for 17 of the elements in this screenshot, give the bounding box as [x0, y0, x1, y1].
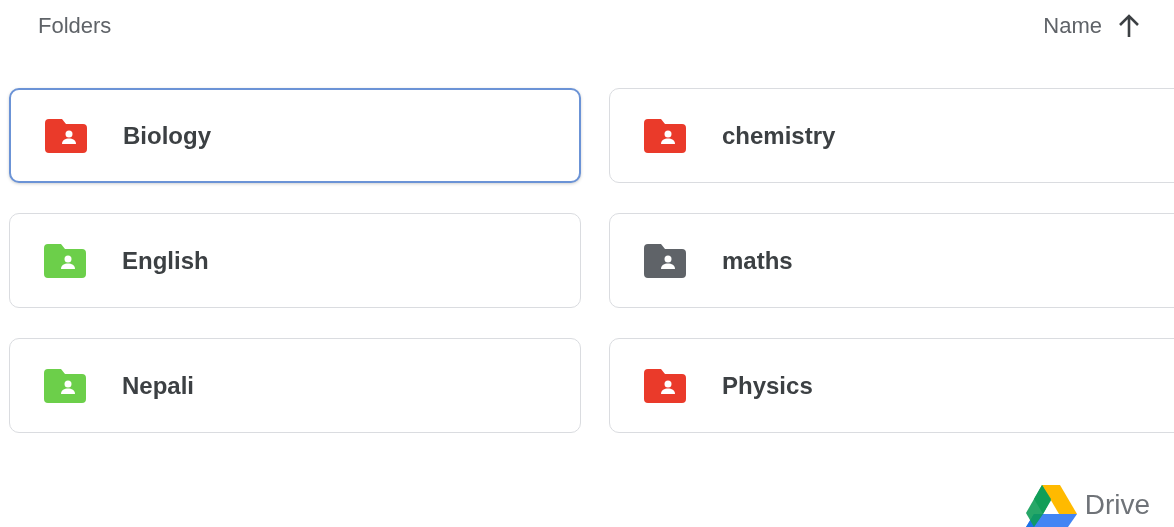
folder-name: Biology	[123, 121, 211, 150]
folder-card[interactable]: Nepali	[9, 338, 581, 433]
folder-card[interactable]: maths	[609, 213, 1174, 308]
folder-card[interactable]: Biology	[9, 88, 581, 183]
folder-card[interactable]: Physics	[609, 338, 1174, 433]
section-title: Folders	[38, 13, 112, 39]
folder-name: Nepali	[122, 371, 195, 400]
folder-card[interactable]: English	[9, 213, 581, 308]
folder-name: English	[122, 246, 209, 275]
folder-name: chemistry	[722, 121, 836, 150]
brand-name: Drive	[1084, 489, 1150, 521]
folder-card[interactable]: chemistry	[609, 88, 1174, 183]
folder-name: maths	[722, 246, 793, 275]
folder-name: Physics	[722, 371, 813, 400]
sort-arrow-icon[interactable]	[1118, 14, 1140, 38]
sort-label[interactable]: Name	[1043, 13, 1102, 39]
drive-logo-icon	[1024, 483, 1077, 527]
